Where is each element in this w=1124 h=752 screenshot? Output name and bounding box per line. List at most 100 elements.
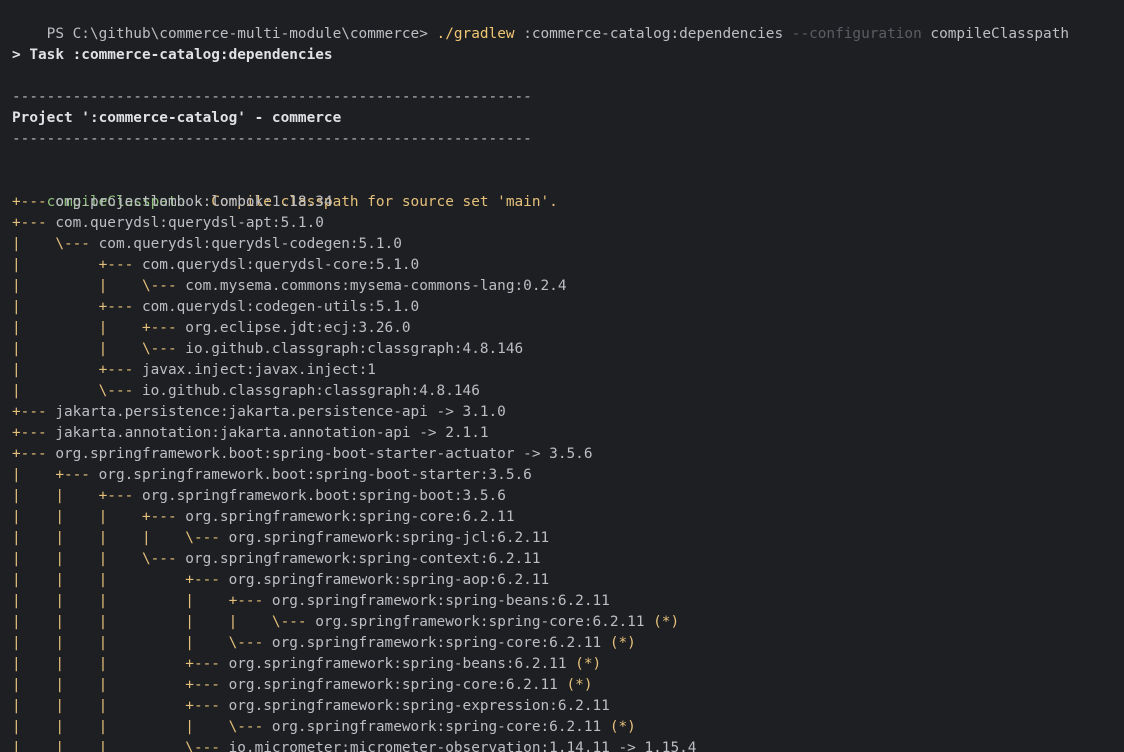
dependency-row: | +--- com.querydsl:querydsl-core:5.1.0 — [12, 255, 1124, 276]
dependency-coordinate: io.github.classgraph:classgraph:4.8.146 — [185, 341, 524, 357]
dependency-row: | +--- javax.inject:javax.inject:1 — [12, 360, 1124, 381]
dependency-row: | \--- io.github.classgraph:classgraph:4… — [12, 381, 1124, 402]
dependency-row: | \--- com.querydsl:querydsl-codegen:5.1… — [12, 234, 1124, 255]
tree-branch: | +--- — [12, 467, 99, 483]
dependency-coordinate: org.springframework:spring-aop:6.2.11 — [228, 572, 550, 588]
tree-branch: | | +--- — [12, 320, 186, 336]
command-line: PS C:\github\commerce-multi-module\comme… — [12, 3, 1124, 42]
tree-branch: | | | +--- — [12, 509, 186, 525]
tree-branch: | | | \--- — [12, 740, 229, 752]
dependency-coordinate: org.springframework:spring-beans:6.2.11 — [271, 593, 610, 609]
dependency-coordinate: org.projectlombok:lombok:1.18.34 — [55, 194, 333, 210]
dependency-coordinate: org.springframework.boot:spring-boot:3.5… — [141, 488, 506, 504]
tree-branch: | +--- — [12, 299, 142, 315]
command-executable: ./gradlew — [436, 26, 515, 42]
dependency-coordinate: javax.inject:javax.inject:1 — [141, 362, 376, 378]
command-flag: --configuration — [791, 26, 922, 42]
dependency-coordinate: com.querydsl:codegen-utils:5.1.0 — [141, 299, 420, 315]
dependency-coordinate: org.springframework:spring-expression:6.… — [228, 698, 610, 714]
configuration-line: compileClasspath - Compile classpath for… — [12, 171, 1124, 210]
tree-branch: +--- — [12, 215, 56, 231]
dependency-row: | | | +--- org.springframework:spring-co… — [12, 675, 1124, 696]
dependency-row: +--- org.springframework.boot:spring-boo… — [12, 444, 1124, 465]
dependency-row: | | | +--- org.springframework:spring-ao… — [12, 570, 1124, 591]
dependency-coordinate: com.querydsl:querydsl-apt:5.1.0 — [55, 215, 324, 231]
dependency-row: | | | \--- io.micrometer:micrometer-obse… — [12, 738, 1124, 752]
dependency-row: +--- jakarta.persistence:jakarta.persist… — [12, 402, 1124, 423]
shell-prompt: PS C:\github\commerce-multi-module\comme… — [46, 26, 437, 42]
dependency-row: | | | | \--- org.springframework:spring-… — [12, 717, 1124, 738]
dependency-coordinate: org.springframework:spring-core:6.2.11 — [271, 635, 602, 651]
dependency-coordinate: jakarta.persistence:jakarta.persistence-… — [55, 404, 506, 420]
tree-branch: | | | +--- — [12, 677, 229, 693]
dependency-row: +--- org.projectlombok:lombok:1.18.34 — [12, 192, 1124, 213]
tree-branch: +--- — [12, 446, 56, 462]
dependency-row: | | +--- org.springframework.boot:spring… — [12, 486, 1124, 507]
command-config-arg: compileClasspath — [921, 26, 1070, 42]
task-line: > Task :commerce-catalog:dependencies — [12, 47, 333, 63]
tree-branch: | | | +--- — [12, 698, 229, 714]
tree-branch: | | | \--- — [12, 551, 186, 567]
tree-branch: | | +--- — [12, 488, 142, 504]
tree-branch: | | | | \--- — [12, 719, 272, 735]
tree-branch: | | | | \--- — [12, 635, 272, 651]
dependency-row: +--- com.querydsl:querydsl-apt:5.1.0 — [12, 213, 1124, 234]
project-line: Project ':commerce-catalog' - commerce — [12, 110, 342, 126]
omitted-marker: (*) — [601, 635, 636, 651]
tree-branch: | +--- — [12, 257, 142, 273]
dependency-coordinate: org.springframework:spring-core:6.2.11 — [271, 719, 602, 735]
dependency-coordinate: com.mysema.commons:mysema-commons-lang:0… — [185, 278, 567, 294]
omitted-marker: (*) — [601, 719, 636, 735]
dependency-row: +--- jakarta.annotation:jakarta.annotati… — [12, 423, 1124, 444]
terminal-output[interactable]: PS C:\github\commerce-multi-module\comme… — [0, 0, 1124, 752]
dependency-coordinate: com.querydsl:querydsl-codegen:5.1.0 — [98, 236, 402, 252]
tree-branch: +--- — [12, 194, 56, 210]
dependency-coordinate: org.springframework.boot:spring-boot-sta… — [98, 467, 532, 483]
tree-branch: +--- — [12, 404, 56, 420]
dependency-row: | | | +--- org.springframework:spring-co… — [12, 507, 1124, 528]
dependency-row: | | | +--- org.springframework:spring-ex… — [12, 696, 1124, 717]
dependency-row: | | | +--- org.springframework:spring-be… — [12, 654, 1124, 675]
tree-branch: | \--- — [12, 236, 99, 252]
dependency-row: | | | \--- org.springframework:spring-co… — [12, 549, 1124, 570]
dependency-coordinate: com.querydsl:querydsl-core:5.1.0 — [141, 257, 420, 273]
tree-branch: | | \--- — [12, 278, 186, 294]
tree-branch: | \--- — [12, 383, 142, 399]
separator-line: ----------------------------------------… — [12, 131, 532, 147]
tree-branch: | | | +--- — [12, 656, 229, 672]
tree-branch: | | | | +--- — [12, 593, 272, 609]
dependency-coordinate: io.micrometer:micrometer-observation:1.1… — [228, 740, 697, 752]
dependency-row: | | \--- io.github.classgraph:classgraph… — [12, 339, 1124, 360]
dependency-coordinate: org.springframework:spring-beans:6.2.11 — [228, 656, 567, 672]
dependency-coordinate: io.github.classgraph:classgraph:4.8.146 — [141, 383, 480, 399]
omitted-marker: (*) — [566, 656, 602, 672]
dependency-row: | | | | | \--- org.springframework:sprin… — [12, 612, 1124, 633]
tree-branch: | | | | \--- — [12, 530, 229, 546]
omitted-marker: (*) — [557, 677, 593, 693]
dependency-coordinate: org.springframework:spring-core:6.2.11 — [185, 509, 515, 525]
tree-branch: +--- — [12, 425, 56, 441]
dependency-row: | | | | \--- org.springframework:spring-… — [12, 633, 1124, 654]
tree-branch: | | \--- — [12, 341, 186, 357]
command-task-arg: :commerce-catalog:dependencies — [514, 26, 792, 42]
separator-line: ----------------------------------------… — [12, 89, 532, 105]
dependency-coordinate: org.springframework:spring-context:6.2.1… — [185, 551, 541, 567]
dependency-row: | +--- com.querydsl:codegen-utils:5.1.0 — [12, 297, 1124, 318]
tree-branch: | +--- — [12, 362, 142, 378]
omitted-marker: (*) — [644, 614, 680, 630]
dependency-coordinate: org.springframework:spring-jcl:6.2.11 — [228, 530, 550, 546]
dependency-tree: +--- org.projectlombok:lombok:1.18.34 +--… — [12, 192, 1124, 752]
tree-branch: | | | +--- — [12, 572, 229, 588]
dependency-coordinate: org.springframework:spring-core:6.2.11 — [228, 677, 558, 693]
dependency-row: | | \--- com.mysema.commons:mysema-commo… — [12, 276, 1124, 297]
dependency-row: | | +--- org.eclipse.jdt:ecj:3.26.0 — [12, 318, 1124, 339]
dependency-row: | +--- org.springframework.boot:spring-b… — [12, 465, 1124, 486]
dependency-row: | | | | +--- org.springframework:spring-… — [12, 591, 1124, 612]
dependency-coordinate: org.eclipse.jdt:ecj:3.26.0 — [185, 320, 411, 336]
tree-branch: | | | | | \--- — [12, 614, 316, 630]
dependency-coordinate: org.springframework.boot:spring-boot-sta… — [55, 446, 593, 462]
dependency-row: | | | | \--- org.springframework:spring-… — [12, 528, 1124, 549]
dependency-coordinate: org.springframework:spring-core:6.2.11 — [315, 614, 645, 630]
dependency-coordinate: jakarta.annotation:jakarta.annotation-ap… — [55, 425, 489, 441]
